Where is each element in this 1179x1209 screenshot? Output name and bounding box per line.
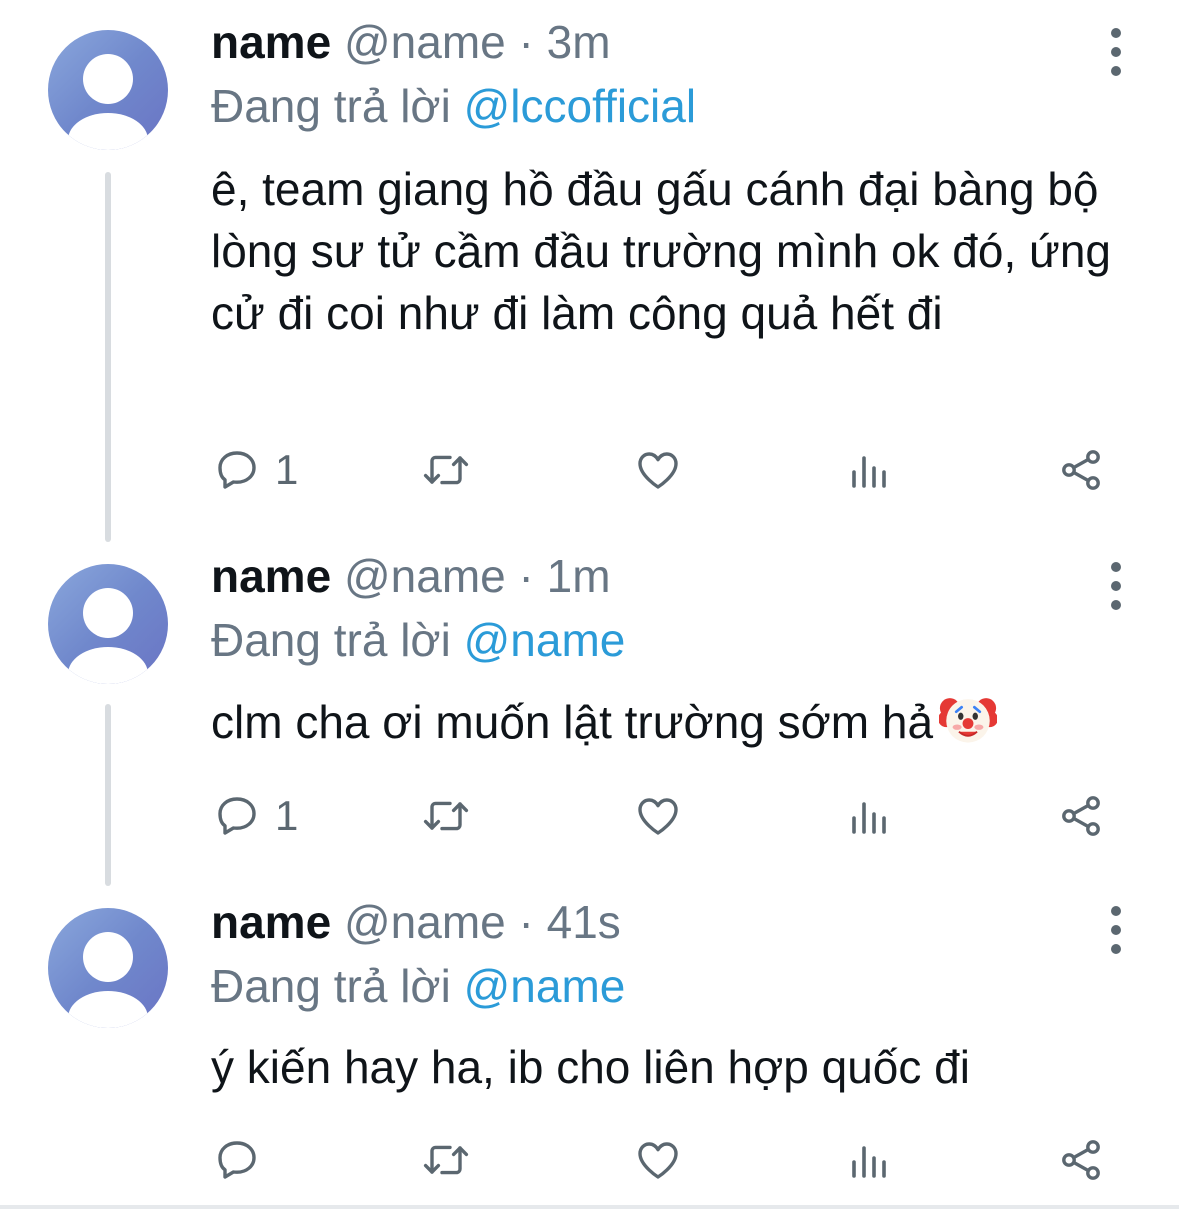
avatar[interactable]: [48, 564, 168, 684]
tweet-text: clm cha ơi muốn lật trường sớm hả: [211, 696, 934, 748]
views-button[interactable]: [846, 1130, 894, 1190]
tweet-actions: 1: [0, 786, 1179, 846]
retweet-icon: [420, 446, 472, 494]
timestamp[interactable]: 41s: [547, 896, 621, 948]
display-name[interactable]: name: [211, 896, 331, 948]
more-vertical-icon[interactable]: [1102, 562, 1130, 619]
like-button[interactable]: [634, 786, 682, 846]
reply-mention[interactable]: @name: [464, 614, 626, 666]
retweet-button[interactable]: [420, 1130, 472, 1190]
display-name[interactable]: name: [211, 550, 331, 602]
tweet-text: ê, team giang hồ đầu gấu cánh đại bàng b…: [211, 163, 1111, 339]
analytics-icon: [846, 792, 894, 840]
views-button[interactable]: [846, 786, 894, 846]
share-icon: [1056, 446, 1106, 494]
reply-mention[interactable]: @lccofficial: [464, 80, 696, 132]
comment-icon: [213, 1136, 261, 1184]
more-vertical-icon[interactable]: [1102, 906, 1130, 963]
replying-to: Đang trả lời @lccofficial: [211, 78, 696, 134]
reply-prefix: Đang trả lời: [211, 960, 451, 1012]
user-handle[interactable]: @name: [344, 896, 506, 948]
reply-prefix: Đang trả lời: [211, 80, 451, 132]
retweet-button[interactable]: [420, 786, 472, 846]
tweet-text: ý kiến hay ha, ib cho liên hợp quốc đi: [211, 1041, 970, 1093]
replying-to: Đang trả lời @name: [211, 612, 625, 668]
display-name[interactable]: name: [211, 16, 331, 68]
replying-to: Đang trả lời @name: [211, 958, 625, 1014]
tweet-header: name @name · 3m: [211, 14, 611, 70]
reply-count: 1: [275, 446, 299, 493]
share-button[interactable]: [1056, 1130, 1106, 1190]
heart-icon: [634, 1136, 682, 1184]
reply-button[interactable]: [213, 1130, 275, 1190]
divider: [0, 1205, 1179, 1209]
reply-button[interactable]: 1: [213, 440, 298, 500]
tweet-actions: [0, 1130, 1179, 1190]
like-button[interactable]: [634, 1130, 682, 1190]
tweet-actions: 1: [0, 440, 1179, 500]
retweet-icon: [420, 792, 472, 840]
reply-button[interactable]: 1: [213, 786, 298, 846]
reply-count: 1: [275, 792, 299, 839]
heart-icon: [634, 792, 682, 840]
tweet-header: name @name · 41s: [211, 894, 621, 950]
tweet[interactable]: name @name · 41s Đang trả lời @name ý ki…: [0, 892, 1179, 1205]
reply-mention[interactable]: @name: [464, 960, 626, 1012]
reply-prefix: Đang trả lời: [211, 614, 451, 666]
separator: ·: [518, 550, 534, 602]
share-icon: [1056, 1136, 1106, 1184]
comment-icon: [213, 446, 261, 494]
user-handle[interactable]: @name: [344, 550, 506, 602]
analytics-icon: [846, 446, 894, 494]
retweet-button[interactable]: [420, 440, 472, 500]
clown-face-emoji: [939, 698, 998, 743]
tweet-header: name @name · 1m: [211, 548, 611, 604]
tweet[interactable]: name @name · 3m Đang trả lời @lccofficia…: [0, 0, 1179, 542]
share-button[interactable]: [1056, 786, 1106, 846]
share-icon: [1056, 792, 1106, 840]
avatar[interactable]: [48, 30, 168, 150]
heart-icon: [634, 446, 682, 494]
user-handle[interactable]: @name: [344, 16, 506, 68]
comment-icon: [213, 792, 261, 840]
timestamp[interactable]: 3m: [547, 16, 611, 68]
tweet-body: clm cha ơi muốn lật trường sớm hả: [211, 690, 1111, 753]
more-vertical-icon[interactable]: [1102, 28, 1130, 85]
like-button[interactable]: [634, 440, 682, 500]
avatar[interactable]: [48, 908, 168, 1028]
separator: ·: [518, 896, 534, 948]
timestamp[interactable]: 1m: [547, 550, 611, 602]
separator: ·: [518, 16, 534, 68]
share-button[interactable]: [1056, 440, 1106, 500]
tweet[interactable]: name @name · 1m Đang trả lời @name clm c…: [0, 546, 1179, 886]
analytics-icon: [846, 1136, 894, 1184]
retweet-icon: [420, 1136, 472, 1184]
views-button[interactable]: [846, 440, 894, 500]
